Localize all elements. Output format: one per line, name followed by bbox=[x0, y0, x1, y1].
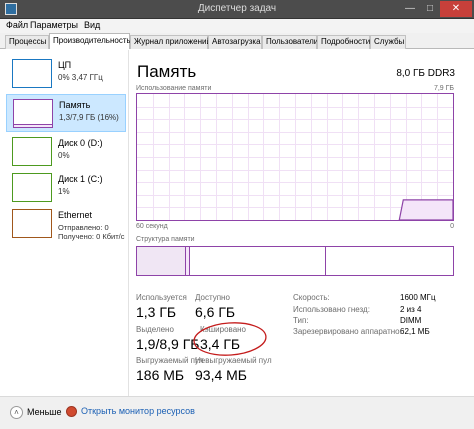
resource-ethernet[interactable]: Ethernet Отправлено: 0 Получено: 0 Кбит/… bbox=[6, 205, 126, 243]
resource-list: ЦП 0% 3,47 ГГц Память 1,3/7,9 ГБ (16%) Д… bbox=[0, 50, 129, 396]
resource-value: 0% 3,47 ГГц bbox=[58, 73, 103, 82]
resource-name: Диск 1 (C:) bbox=[58, 174, 103, 184]
structure-label: Структура памяти bbox=[136, 236, 195, 243]
title-bar: Диспетчер задач — □ ✕ bbox=[0, 0, 474, 19]
slots-value: 2 из 4 bbox=[400, 305, 422, 314]
available-value: 6,6 ГБ bbox=[195, 304, 236, 320]
resource-monitor-icon bbox=[66, 406, 77, 418]
reserved-value: 62,1 МБ bbox=[400, 327, 430, 336]
memory-total: 8,0 ГБ DDR3 bbox=[396, 68, 455, 79]
resource-memory[interactable]: Память 1,3/7,9 ГБ (16%) bbox=[6, 94, 126, 132]
page-title: Память bbox=[137, 62, 197, 81]
resource-value: Отправлено: 0 Получено: 0 Кбит/с bbox=[58, 223, 125, 241]
resource-cpu[interactable]: ЦП 0% 3,47 ГГц bbox=[6, 55, 126, 93]
slots-label: Использовано гнезд: bbox=[293, 305, 370, 314]
fewer-details-button[interactable]: ˄ Меньше bbox=[10, 406, 62, 420]
paged-pool-value: 186 МБ bbox=[136, 367, 185, 383]
in-use-label: Используется bbox=[136, 293, 187, 302]
resource-monitor-label: Открыть монитор ресурсов bbox=[81, 406, 195, 416]
tab-startup[interactable]: Автозагрузка bbox=[208, 35, 262, 49]
resource-name: Память bbox=[59, 100, 91, 110]
open-resource-monitor-link[interactable]: Открыть монитор ресурсов bbox=[66, 406, 195, 420]
fewer-details-label: Меньше bbox=[27, 406, 62, 417]
in-use-value: 1,3 ГБ bbox=[136, 304, 177, 320]
cpu-thumbnail bbox=[12, 59, 52, 88]
maximize-button[interactable]: □ bbox=[420, 1, 440, 17]
disk-0-thumbnail bbox=[12, 137, 52, 166]
memory-structure-bar bbox=[136, 246, 454, 276]
resource-value: 0% bbox=[58, 151, 70, 160]
menu-bar: Файл Параметры Вид bbox=[0, 19, 474, 33]
speed-label: Скорость: bbox=[293, 293, 330, 302]
reserved-label: Зарезервировано аппаратно: bbox=[293, 327, 402, 336]
graph-label: Использование памяти bbox=[136, 85, 212, 92]
resource-value: 1% bbox=[58, 187, 70, 196]
struct-modified bbox=[186, 247, 190, 275]
memory-usage-chart bbox=[137, 94, 453, 220]
tab-users[interactable]: Пользователи bbox=[262, 35, 318, 49]
tab-processes[interactable]: Процессы bbox=[5, 35, 49, 49]
chevron-up-icon: ˄ bbox=[10, 406, 23, 419]
graph-max: 7,9 ГБ bbox=[433, 85, 454, 92]
tab-services[interactable]: Службы bbox=[370, 35, 406, 49]
paged-pool-label: Выгружаемый пул bbox=[136, 356, 204, 365]
graph-min: 0 bbox=[450, 223, 454, 230]
nonpaged-pool-value: 93,4 МБ bbox=[195, 367, 247, 383]
minimize-button[interactable]: — bbox=[400, 1, 420, 17]
committed-label: Выделено bbox=[136, 325, 174, 334]
form-factor-label: Тип: bbox=[293, 316, 309, 325]
memory-thumbnail bbox=[13, 99, 53, 128]
resource-disk-1[interactable]: Диск 1 (C:) 1% bbox=[6, 169, 126, 207]
available-label: Доступно bbox=[195, 293, 230, 302]
memory-usage-graph bbox=[136, 93, 454, 221]
form-factor-value: DIMM bbox=[400, 316, 422, 325]
cached-highlight-ellipse bbox=[193, 322, 267, 356]
tab-details[interactable]: Подробности bbox=[317, 35, 370, 49]
resource-name: Ethernet bbox=[58, 210, 93, 220]
menu-file[interactable]: Файл bbox=[6, 20, 28, 30]
resource-name: Диск 0 (D:) bbox=[58, 138, 103, 148]
status-bar: ˄ Меньше Открыть монитор ресурсов bbox=[0, 396, 474, 429]
resource-value: 1,3/7,9 ГБ (16%) bbox=[59, 113, 119, 122]
close-button[interactable]: ✕ bbox=[440, 1, 472, 17]
menu-options[interactable]: Параметры bbox=[30, 20, 78, 30]
struct-in-use bbox=[137, 247, 186, 275]
tab-strip: Процессы Производительность Журнал прило… bbox=[0, 33, 474, 49]
struct-standby-divider bbox=[325, 247, 326, 275]
resource-disk-0[interactable]: Диск 0 (D:) 0% bbox=[6, 133, 126, 171]
disk-1-thumbnail bbox=[12, 173, 52, 202]
tab-performance[interactable]: Производительность bbox=[49, 33, 131, 49]
time-label: 60 секунд bbox=[136, 223, 168, 230]
memory-panel: Память 8,0 ГБ DDR3 Использование памяти … bbox=[130, 50, 474, 396]
nonpaged-pool-label: Невыгружаемый пул bbox=[195, 356, 272, 365]
resource-name: ЦП bbox=[58, 60, 72, 70]
tab-app-history[interactable]: Журнал приложений bbox=[130, 35, 211, 49]
memory-usage-area bbox=[398, 199, 453, 220]
menu-view[interactable]: Вид bbox=[84, 20, 100, 30]
ethernet-thumbnail bbox=[12, 209, 52, 238]
speed-value: 1600 МГц bbox=[400, 293, 436, 302]
